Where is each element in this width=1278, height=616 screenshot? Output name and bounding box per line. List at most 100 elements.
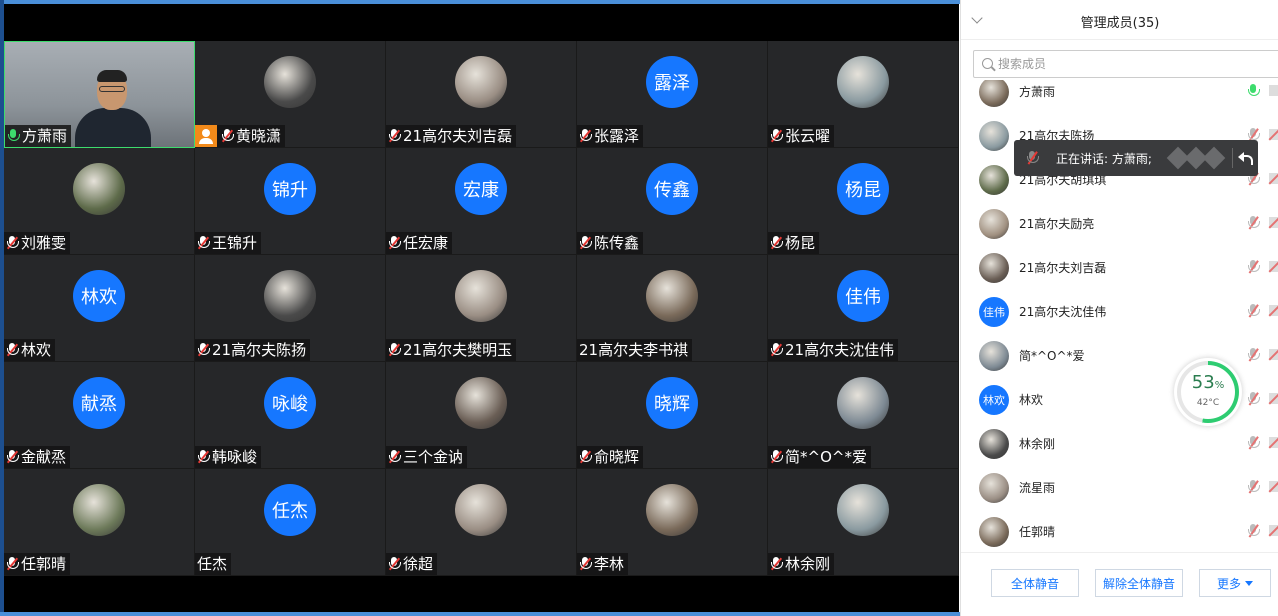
microphone-icon[interactable] [1247,216,1260,231]
video-tile[interactable]: 咏峻韩咏峻 [195,362,386,469]
microphone-icon [197,450,210,464]
microphone-icon [579,129,592,143]
microphone-icon[interactable] [1247,480,1260,495]
microphone-icon [388,343,401,357]
participant-name: 任杰 [197,555,228,573]
participant-name: 张云曜 [785,127,831,145]
member-search[interactable] [973,50,1278,78]
camera-icon[interactable] [1269,85,1278,96]
camera-icon[interactable] [1268,305,1278,317]
member-name: 林余刚 [1019,437,1056,451]
avatar [979,473,1009,503]
microphone-icon [197,236,210,250]
avatar: 佳伟 [979,297,1009,327]
caret-down-icon [1245,580,1253,586]
participant-nametag: 任宏康 [386,232,453,254]
camera-icon[interactable] [1268,349,1278,361]
video-tile[interactable]: 徐超 [386,469,577,576]
participant-nametag: 任杰 [195,553,232,575]
camera-icon[interactable] [1268,481,1278,493]
microphone-icon[interactable] [1247,304,1260,319]
microphone-icon[interactable] [1247,392,1260,407]
video-tile[interactable]: 献烝 金献烝 [4,362,195,469]
member-row[interactable]: 林余刚 [961,422,1278,466]
video-grid: 方萧雨 黄晓潇 21高尔夫刘吉磊 露泽 张露泽 张云曜刘雅雯 锦升 王锦升 宏康 任宏康 传鑫 陈传鑫… [4,41,959,577]
camera-icon[interactable] [1268,173,1278,185]
camera-icon[interactable] [1268,129,1278,141]
participant-name: 21高尔夫李书祺 [579,341,689,359]
member-row[interactable]: 方萧雨 [961,80,1278,114]
video-tile[interactable]: 传鑫 陈传鑫 [577,148,768,255]
video-tile[interactable]: 杨昆 杨昆 [768,148,959,255]
video-tile[interactable]: 21高尔夫刘吉磊 [386,41,577,148]
participant-nametag: 21高尔夫刘吉磊 [386,125,517,147]
video-tile[interactable]: 21高尔夫李书祺 [577,255,768,362]
microphone-icon[interactable] [1247,348,1260,363]
microphone-icon[interactable] [1247,260,1260,275]
avatar: 佳伟 [837,270,889,322]
video-tile[interactable]: 锦升 王锦升 [195,148,386,255]
more-button[interactable]: 更多 [1199,569,1271,597]
video-tile[interactable]: 张云曜 [768,41,959,148]
avatar: 咏峻 [264,377,316,429]
search-input[interactable] [998,54,1278,74]
participant-name: 金献烝 [21,448,67,466]
video-tile[interactable]: 宏康 任宏康 [386,148,577,255]
camera-person [75,70,151,147]
participant-name: 任宏康 [403,234,449,252]
camera-icon[interactable] [1268,261,1278,273]
performance-temperature: 42°C [1196,398,1220,408]
video-tile[interactable]: 任郭晴 [4,469,195,576]
panel-footer: 全体静音 解除全体静音 更多 [961,552,1278,616]
video-tile[interactable]: 方萧雨 [4,41,195,148]
microphone-icon [7,129,20,143]
video-tile[interactable]: 简*^O^*爱 [768,362,959,469]
panel-title: 管理成员(35) [1080,16,1160,31]
performance-widget[interactable]: 53% 42°C [1174,358,1242,426]
video-tile[interactable]: 李林 [577,469,768,576]
video-tile[interactable]: 21高尔夫陈扬 [195,255,386,362]
video-tile[interactable]: 林余刚 [768,469,959,576]
camera-icon[interactable] [1268,525,1278,537]
mute-all-button[interactable]: 全体静音 [991,569,1079,597]
camera-icon[interactable] [1268,393,1278,405]
camera-icon[interactable] [1268,437,1278,449]
member-row[interactable]: 佳伟 21高尔夫沈佳伟 [961,290,1278,334]
microphone-icon [388,236,401,250]
microphone-icon[interactable] [1247,436,1260,451]
avatar [264,56,316,108]
microphone-icon[interactable] [1247,524,1260,539]
member-row[interactable]: 21高尔夫励亮 [961,202,1278,246]
microphone-icon [770,236,783,250]
member-row[interactable]: 任郭晴 [961,510,1278,550]
video-tile[interactable]: 刘雅雯 [4,148,195,255]
participant-nametag: 21高尔夫李书祺 [577,339,693,361]
participant-name: 21高尔夫陈扬 [212,341,307,359]
member-management-panel: 管理成员(35) 方萧雨21高尔夫陈扬21高尔夫胡琪琪21高尔夫励亮21高尔夫刘… [960,0,1278,616]
unmute-all-button[interactable]: 解除全体静音 [1095,569,1183,597]
microphone-icon[interactable] [1247,84,1260,99]
participant-name: 林欢 [21,341,52,359]
avatar: 林欢 [979,385,1009,415]
avatar: 露泽 [646,56,698,108]
member-row[interactable]: 流星雨 [961,466,1278,510]
camera-icon[interactable] [1268,217,1278,229]
microphone-icon [579,557,592,571]
member-name: 21高尔夫沈佳伟 [1019,305,1107,319]
participant-name: 韩咏峻 [212,448,258,466]
video-tile[interactable]: 21高尔夫樊明玉 [386,255,577,362]
video-tile[interactable]: 三个金讷 [386,362,577,469]
avatar [979,165,1009,195]
reply-icon[interactable] [1238,152,1253,165]
video-tile[interactable]: 任杰 任杰 [195,469,386,576]
participant-name: 陈传鑫 [594,234,640,252]
participant-name: 徐超 [403,555,434,573]
video-tile[interactable]: 黄晓潇 [195,41,386,148]
video-tile[interactable]: 林欢 林欢 [4,255,195,362]
participant-nametag: 任郭晴 [4,553,71,575]
video-tile[interactable]: 佳伟 21高尔夫沈佳伟 [768,255,959,362]
video-tile[interactable]: 露泽 张露泽 [577,41,768,148]
member-row[interactable]: 21高尔夫刘吉磊 [961,246,1278,290]
avatar [837,484,889,536]
video-tile[interactable]: 晓辉 俞晓辉 [577,362,768,469]
